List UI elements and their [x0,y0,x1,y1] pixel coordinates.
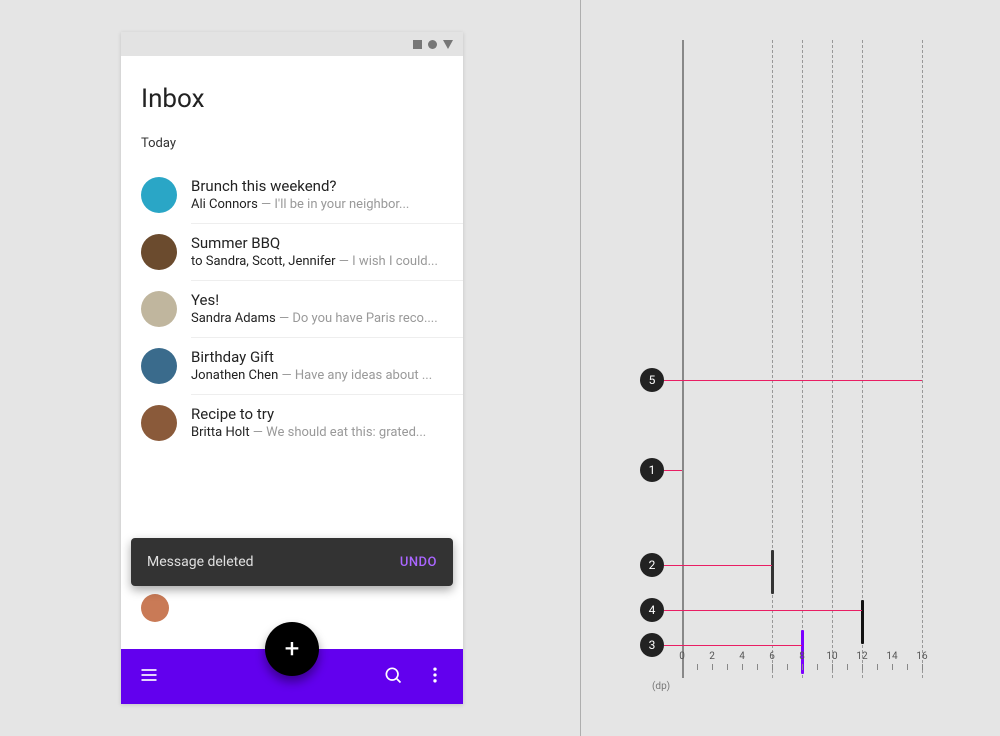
tick [892,664,893,670]
list-item-title: Brunch this weekend? [191,177,447,195]
menu-icon[interactable] [139,665,159,689]
tick [727,664,728,670]
callout-line [664,610,862,611]
tick [802,664,803,670]
fab-compose[interactable]: + [265,622,319,676]
status-circle-icon [428,40,437,49]
avatar [141,234,177,270]
tick [712,664,713,670]
elevation-diagram: 0246810121416 (dp) 51243 [640,40,970,700]
callout-badge: 5 [640,368,664,392]
elevation-marker [861,600,864,644]
list-item-subtitle: to Sandra, Scott, Jennifer — I wish I co… [191,254,447,269]
message-list: Brunch this weekend? Ali Connors — I'll b… [121,167,463,451]
tick [757,664,758,670]
list-item-text: Brunch this weekend? Ali Connors — I'll b… [191,177,447,212]
phone-frame: Inbox Today Brunch this weekend? Ali Conn… [121,32,463,704]
tick-label: 4 [739,651,745,662]
axis-unit-label: (dp) [652,681,670,692]
tick [697,664,698,670]
tick [772,664,773,670]
snackbar: Message deleted UNDO [131,538,453,586]
snackbar-message: Message deleted [147,554,254,570]
list-item-title: Birthday Gift [191,348,447,366]
callout-line [664,380,922,381]
callout-badge: 3 [640,633,664,657]
tick-label: 8 [799,651,805,662]
tick-label: 6 [769,651,775,662]
callout-badge: 2 [640,553,664,577]
tick-label: 2 [709,651,715,662]
list-item-text: Birthday Gift Jonathen Chen — Have any id… [191,348,447,383]
list-item-subtitle: Britta Holt — We should eat this: grated… [191,425,447,440]
overflow-icon[interactable] [425,665,445,689]
tick-label: 0 [679,651,685,662]
tick [907,664,908,670]
list-item-partial[interactable] [141,594,169,622]
avatar [141,348,177,384]
callout-line [664,565,772,566]
list-item-subtitle: Jonathen Chen — Have any ideas about ... [191,368,447,383]
tick [817,664,818,670]
section-label: Today [121,124,463,167]
tick [832,664,833,670]
tick [922,664,923,670]
status-square-icon [413,40,422,49]
list-item[interactable]: Brunch this weekend? Ali Connors — I'll b… [121,167,463,223]
search-icon[interactable] [383,665,403,689]
tick [787,664,788,670]
list-item[interactable]: Summer BBQ to Sandra, Scott, Jennifer — I… [121,224,463,280]
status-bar [121,32,463,56]
guide-line [832,40,833,678]
avatar [141,177,177,213]
callout-line [664,645,802,646]
list-item-subtitle: Sandra Adams — Do you have Paris reco...… [191,311,447,326]
list-item-text: Summer BBQ to Sandra, Scott, Jennifer — I… [191,234,447,269]
list-item-subtitle: Ali Connors — I'll be in your neighbor..… [191,197,447,212]
list-item[interactable]: Yes! Sandra Adams — Do you have Paris rec… [121,281,463,337]
tick-label: 16 [916,651,927,662]
list-item[interactable]: Birthday Gift Jonathen Chen — Have any id… [121,338,463,394]
callout-badge: 4 [640,598,664,622]
tick [862,664,863,670]
guide-line [862,40,863,678]
undo-button[interactable]: UNDO [400,555,437,570]
avatar [141,291,177,327]
tick [742,664,743,670]
page-title: Inbox [121,56,463,124]
avatar [141,405,177,441]
list-item-text: Recipe to try Britta Holt — We should eat… [191,405,447,440]
list-item-title: Yes! [191,291,447,309]
avatar [141,594,169,622]
tick [877,664,878,670]
list-item-title: Recipe to try [191,405,447,423]
list-item-text: Yes! Sandra Adams — Do you have Paris rec… [191,291,447,326]
tick-label: 12 [856,651,867,662]
tick [847,664,848,670]
status-triangle-icon [443,40,453,49]
list-item[interactable]: Recipe to try Britta Holt — We should eat… [121,395,463,451]
panel-divider [580,0,581,736]
callout-line [664,470,682,471]
guide-line [802,40,803,678]
tick-label: 14 [886,651,897,662]
callout-badge: 1 [640,458,664,482]
axis-zero-line [682,40,684,678]
guide-line [922,40,923,678]
tick-label: 10 [826,651,837,662]
list-item-title: Summer BBQ [191,234,447,252]
elevation-marker [771,550,774,594]
tick [682,664,683,670]
